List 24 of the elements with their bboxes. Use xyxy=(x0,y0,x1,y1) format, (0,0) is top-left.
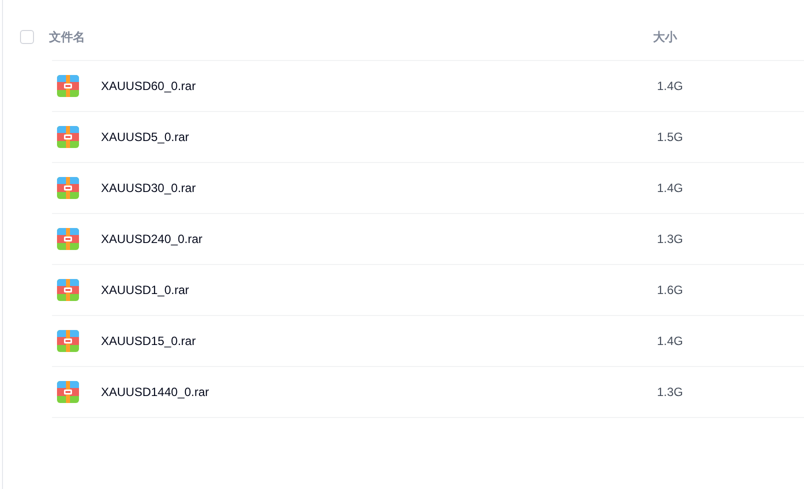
file-size: 1.4G xyxy=(657,334,684,348)
file-name[interactable]: XAUUSD15_0.rar xyxy=(101,334,657,348)
file-size: 1.5G xyxy=(657,130,684,144)
file-size: 1.3G xyxy=(657,232,684,246)
column-header[interactable]: 大小 xyxy=(653,28,677,46)
file-name[interactable]: XAUUSD5_0.rar xyxy=(101,130,657,144)
archive-icon xyxy=(57,228,79,250)
archive-icon xyxy=(57,330,79,352)
file-size: 1.4G xyxy=(657,79,684,93)
file-name[interactable]: XAUUSD240_0.rar xyxy=(101,232,657,246)
file-size: 1.4G xyxy=(657,181,684,195)
archive-icon xyxy=(57,126,79,148)
archive-icon xyxy=(57,177,79,199)
column-header[interactable]: 文件名 xyxy=(49,28,653,46)
archive-icon xyxy=(57,381,79,403)
select-all-checkbox[interactable] xyxy=(20,30,34,44)
file-name[interactable]: XAUUSD1440_0.rar xyxy=(101,385,657,399)
file-size: 1.3G xyxy=(657,385,684,399)
file-name[interactable]: XAUUSD60_0.rar xyxy=(101,79,657,93)
archive-icon xyxy=(57,279,79,301)
file-name[interactable]: XAUUSD30_0.rar xyxy=(101,181,657,195)
file-name[interactable]: XAUUSD1_0.rar xyxy=(101,283,657,297)
archive-icon xyxy=(57,75,79,97)
file-size: 1.6G xyxy=(657,283,684,297)
